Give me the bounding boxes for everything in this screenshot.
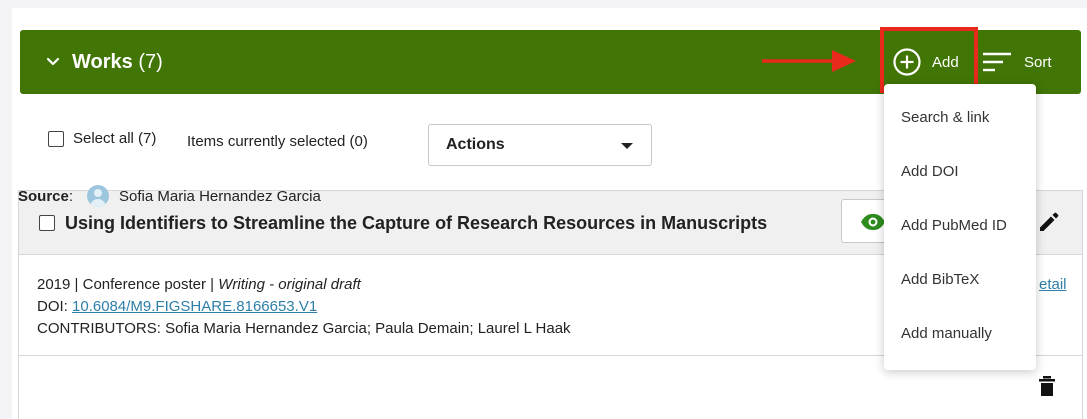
separator: | bbox=[70, 276, 83, 293]
work-year-type-line: 2019 | Conference poster | Writing - ori… bbox=[37, 274, 571, 296]
menu-item-add-bibtex[interactable]: Add BibTeX bbox=[884, 252, 1036, 306]
selected-count-label: Items currently selected (0) bbox=[187, 133, 368, 150]
pencil-icon[interactable] bbox=[1037, 210, 1061, 234]
source-colon: : bbox=[68, 187, 74, 205]
works-count: (7) bbox=[138, 51, 163, 73]
doi-label: DOI: bbox=[37, 298, 73, 315]
menu-item-add-pubmed-id[interactable]: Add PubMed ID bbox=[884, 198, 1036, 252]
sort-icon bbox=[983, 52, 1011, 72]
work-role: Writing - original draft bbox=[218, 276, 361, 293]
source-name: Sofia Maria Hernandez Garcia bbox=[119, 187, 321, 205]
source-label: Source bbox=[18, 187, 69, 205]
caret-down-icon bbox=[621, 143, 633, 149]
add-menu: Search & link Add DOI Add PubMed ID Add … bbox=[884, 84, 1036, 370]
sort-button[interactable]: Sort bbox=[982, 47, 1052, 77]
source-row: Source: Sofia Maria Hernandez Garcia bbox=[18, 185, 321, 207]
select-all-row: Select all (7) bbox=[48, 130, 156, 147]
show-details-link[interactable]: etail bbox=[1039, 276, 1067, 293]
works-title[interactable]: Works (7) bbox=[72, 50, 163, 74]
work-item-checkbox[interactable] bbox=[39, 215, 55, 231]
menu-item-add-manually[interactable]: Add manually bbox=[884, 306, 1036, 360]
menu-item-search-link[interactable]: Search & link bbox=[884, 90, 1036, 144]
works-title-label: Works bbox=[72, 51, 133, 73]
trash-icon[interactable] bbox=[1038, 376, 1056, 396]
chevron-down-icon[interactable] bbox=[42, 51, 64, 73]
eye-icon bbox=[861, 214, 885, 230]
plus-circle-icon bbox=[893, 48, 921, 76]
work-item-title: Using Identifiers to Streamline the Capt… bbox=[65, 213, 768, 233]
actions-dropdown[interactable]: Actions bbox=[428, 124, 652, 166]
work-contributors: CONTRIBUTORS: Sofia Maria Hernandez Garc… bbox=[37, 320, 571, 337]
checkbox[interactable] bbox=[48, 130, 64, 147]
actions-dropdown-label: Actions bbox=[446, 136, 505, 153]
select-all-checkbox[interactable]: Select all (7) bbox=[48, 130, 156, 147]
work-metadata: 2019 | Conference poster | Writing - ori… bbox=[37, 274, 571, 340]
work-doi-line: DOI: 10.6084/M9.FIGSHARE.8166653.V1 bbox=[37, 296, 571, 318]
add-button-label: Add bbox=[932, 53, 959, 71]
work-year: 2019 bbox=[37, 276, 71, 293]
doi-link[interactable]: 10.6084/M9.FIGSHARE.8166653.V1 bbox=[72, 298, 317, 315]
menu-item-add-doi[interactable]: Add DOI bbox=[884, 144, 1036, 198]
work-type: Conference poster bbox=[82, 276, 207, 293]
select-all-label: Select all (7) bbox=[73, 130, 157, 147]
arrow-right-icon bbox=[762, 50, 856, 72]
add-button[interactable]: Add bbox=[892, 47, 959, 77]
avatar-icon bbox=[87, 185, 110, 207]
separator: | bbox=[206, 276, 219, 293]
sort-button-label: Sort bbox=[1024, 53, 1052, 71]
